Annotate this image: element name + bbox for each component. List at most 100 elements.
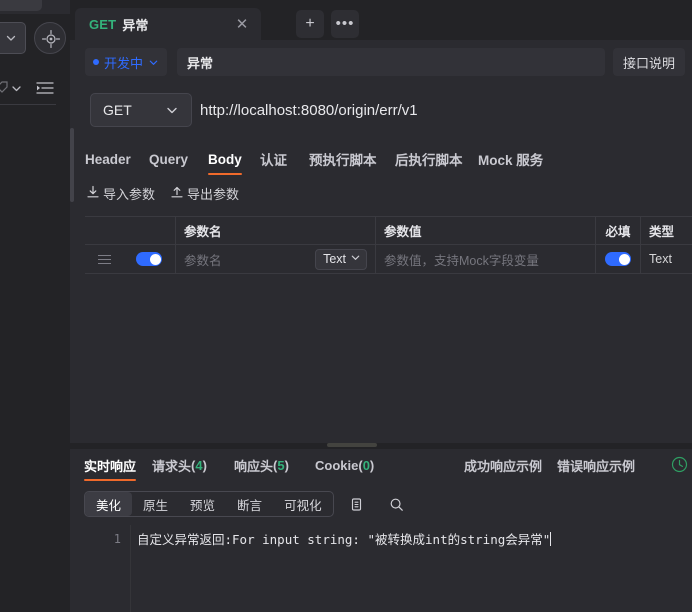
table-row: 参数名 Text 参数值，支持Mock字段变量 Text: [85, 245, 692, 274]
chevron-down-icon: [165, 103, 179, 117]
request-section-tabs: Header Query Body 认证 预执行脚本 后执行脚本 Mock 服务: [70, 142, 692, 176]
rail-divider: [0, 104, 56, 105]
tab-cookie-label: Cookie: [315, 457, 359, 473]
import-params-label: 导入参数: [103, 186, 156, 202]
tab-mock-service[interactable]: Mock 服务: [478, 142, 543, 176]
http-method-select[interactable]: GET: [90, 93, 192, 127]
tab-cookie-count: 0: [362, 457, 370, 473]
tag-icon[interactable]: [0, 80, 9, 98]
new-tab-button[interactable]: +: [296, 10, 324, 38]
th-enable: [123, 217, 176, 244]
url-row: GET http://localhost:8080/origin/err/v1: [70, 84, 692, 136]
tab-query[interactable]: Query: [149, 142, 188, 176]
viewer-mode-pretty[interactable]: 美化: [85, 492, 133, 516]
request-tab-strip: GET 异常 ✕ + •••: [70, 0, 692, 40]
th-param-value: 参数值: [376, 217, 596, 244]
splitter-grip[interactable]: [327, 443, 377, 447]
tab-live-response[interactable]: 实时响应: [84, 449, 137, 481]
export-params-button[interactable]: 导出参数: [170, 182, 239, 204]
tab-header[interactable]: Header: [85, 142, 131, 176]
rail-select-box[interactable]: [0, 22, 26, 54]
row-param-value-input[interactable]: 参数值，支持Mock字段变量: [376, 245, 596, 273]
tab-body[interactable]: Body: [208, 142, 242, 176]
row-required-toggle[interactable]: [596, 245, 641, 273]
tab-auth[interactable]: 认证: [260, 142, 287, 176]
row-enable-toggle[interactable]: [123, 245, 176, 273]
row-type-value: Text: [649, 252, 672, 266]
code-line-text: 自定义异常返回:For input string: "被转换成int的strin…: [137, 532, 551, 547]
toggle-icon: [605, 252, 631, 266]
request-name-input[interactable]: 异常: [177, 48, 605, 76]
th-type: 类型: [649, 225, 675, 239]
body-pane-scrollbar[interactable]: [70, 128, 74, 202]
tab-post-script[interactable]: 后执行脚本: [395, 142, 463, 176]
params-table: 参数名 参数值 必填 类型 参数名 Text 参数值，支持Mock字段变量 Te…: [85, 216, 692, 274]
code-gutter: 1: [113, 532, 121, 546]
close-icon[interactable]: ✕: [229, 11, 255, 37]
table-header-row: 参数名 参数值 必填 类型: [85, 216, 692, 245]
tab-error-example[interactable]: 错误响应示例: [557, 449, 635, 481]
viewer-toolbar: 美化 原生 预览 断言 可视化: [70, 489, 692, 523]
param-name-placeholder: 参数名: [184, 253, 222, 268]
crosshair-target-icon[interactable]: [34, 22, 66, 54]
th-param-name: 参数名: [176, 217, 376, 244]
viewer-mode-group: 美化 原生 预览 断言 可视化: [84, 491, 334, 517]
clock-history-icon[interactable]: [671, 456, 688, 478]
code-content[interactable]: 自定义异常返回:For input string: "被转换成int的strin…: [130, 525, 692, 612]
drag-handle-icon: [97, 254, 111, 264]
th-required: 必填: [596, 217, 641, 244]
response-tabs: 实时响应 请求头 (4) 响应头 (5) Cookie (0) 成功响应示例 错…: [70, 449, 692, 481]
request-meta-row: 开发中 异常 接口说明: [70, 40, 692, 84]
text-caret: [550, 532, 552, 546]
rail-top-strip: [0, 0, 70, 14]
tab-response-headers-count: 5: [277, 457, 285, 473]
rail-tab-stub: [0, 0, 42, 11]
request-tab-title: 异常: [122, 17, 149, 33]
indent-list-icon[interactable]: [36, 81, 54, 100]
tab-overflow-menu-button[interactable]: •••: [331, 10, 359, 38]
api-doc-button[interactable]: 接口说明: [613, 48, 686, 76]
tab-response-headers-label: 响应头: [234, 458, 274, 474]
response-panel: 实时响应 请求头 (4) 响应头 (5) Cookie (0) 成功响应示例 错…: [70, 449, 692, 612]
response-code-viewer[interactable]: 1 自定义异常返回:For input string: "被转换成int的str…: [70, 525, 692, 612]
search-icon[interactable]: [385, 493, 407, 515]
copy-icon[interactable]: [345, 493, 367, 515]
param-io-row: 导入参数 导出参数: [70, 182, 692, 210]
toggle-icon: [136, 252, 162, 266]
row-drag-handle[interactable]: [85, 245, 123, 273]
chevron-down-icon[interactable]: [10, 82, 23, 100]
chevron-down-icon: [350, 252, 361, 266]
viewer-mode-raw[interactable]: 原生: [132, 492, 179, 516]
viewer-mode-visualize[interactable]: 可视化: [273, 492, 333, 516]
tab-request-headers[interactable]: 请求头 (4): [152, 449, 207, 481]
tab-success-example[interactable]: 成功响应示例: [464, 449, 542, 481]
tab-request-headers-count: 4: [195, 457, 203, 473]
tab-cookie[interactable]: Cookie (0): [315, 449, 374, 481]
tab-request-headers-label: 请求头: [152, 458, 192, 474]
tab-response-headers[interactable]: 响应头 (5): [234, 449, 289, 481]
url-input[interactable]: http://localhost:8080/origin/err/v1: [200, 93, 692, 127]
request-tab-method: GET: [89, 16, 117, 32]
export-params-label: 导出参数: [187, 186, 240, 202]
viewer-mode-preview[interactable]: 预览: [179, 492, 226, 516]
status-dot-icon: [93, 59, 99, 65]
param-value-placeholder: 参数值，支持Mock字段变量: [384, 253, 539, 268]
code-line-1: 自定义异常返回:For input string: "被转换成int的strin…: [131, 530, 692, 549]
api-client-window: GET 异常 ✕ + ••• 开发中 异常 接口说明 GET http://lo…: [0, 0, 692, 612]
left-rail: [0, 0, 70, 612]
rail-secondary-row: [0, 76, 70, 104]
import-params-button[interactable]: 导入参数: [86, 182, 155, 204]
status-dropdown[interactable]: 开发中: [85, 48, 168, 76]
param-type-select[interactable]: Text: [315, 248, 367, 270]
th-drag: [85, 217, 123, 244]
row-param-name-input[interactable]: 参数名 Text: [176, 245, 376, 273]
chevron-down-icon: [148, 57, 159, 68]
tab-pre-script[interactable]: 预执行脚本: [309, 142, 377, 176]
viewer-mode-assert[interactable]: 断言: [226, 492, 273, 516]
http-method-value: GET: [103, 102, 132, 118]
main-panel: GET 异常 ✕ + ••• 开发中 异常 接口说明 GET http://lo…: [70, 0, 692, 612]
request-tab-active[interactable]: GET 异常 ✕: [75, 8, 261, 40]
param-type-value: Text: [323, 252, 346, 266]
export-upload-icon: [170, 185, 184, 202]
status-label: 开发中: [104, 55, 144, 71]
